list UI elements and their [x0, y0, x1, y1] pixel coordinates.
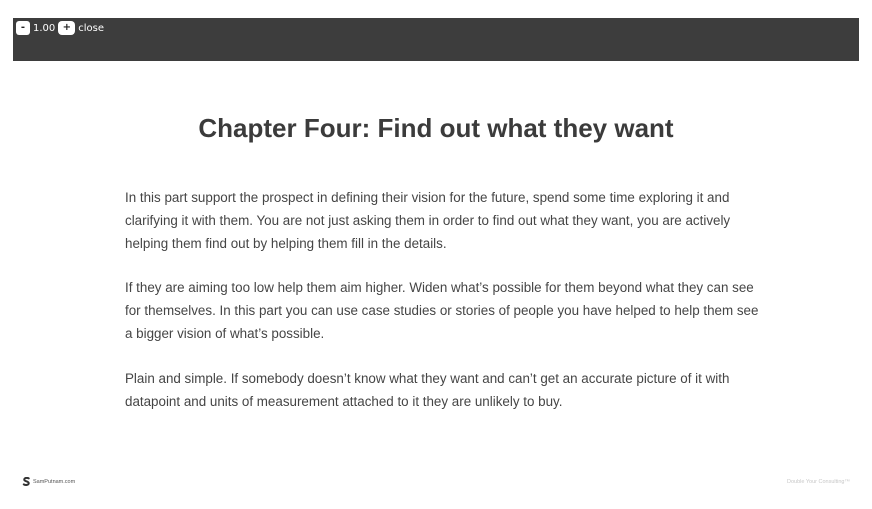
viewer-toolbar: - 1.00 + close: [13, 18, 859, 61]
zoom-level: 1.00: [33, 22, 56, 34]
footer-trademark: Double Your Consulting™: [787, 479, 850, 485]
footer-brand: SamPutnam.com: [22, 477, 75, 486]
paragraph-3: Plain and simple. If somebody doesn’t kn…: [125, 370, 730, 409]
slide-viewer: - 1.00 + close Chapter Four: Find out wh…: [13, 18, 859, 490]
paragraph-1: In this part support the prospect in def…: [125, 190, 731, 251]
samputnam-logo-icon: [22, 477, 30, 486]
zoom-controls: - 1.00 + close: [13, 20, 104, 36]
slide-body: In this part support the prospect in def…: [125, 187, 765, 435]
close-link[interactable]: close: [78, 23, 104, 34]
footer-site-text: SamPutnam.com: [33, 478, 76, 485]
slide-page: Chapter Four: Find out what they want In…: [13, 61, 859, 490]
zoom-in-button[interactable]: +: [58, 21, 76, 35]
zoom-out-button[interactable]: -: [16, 21, 30, 35]
paragraph-2: If they are aiming too low help them aim…: [125, 280, 759, 341]
slide-title: Chapter Four: Find out what they want: [198, 113, 674, 143]
